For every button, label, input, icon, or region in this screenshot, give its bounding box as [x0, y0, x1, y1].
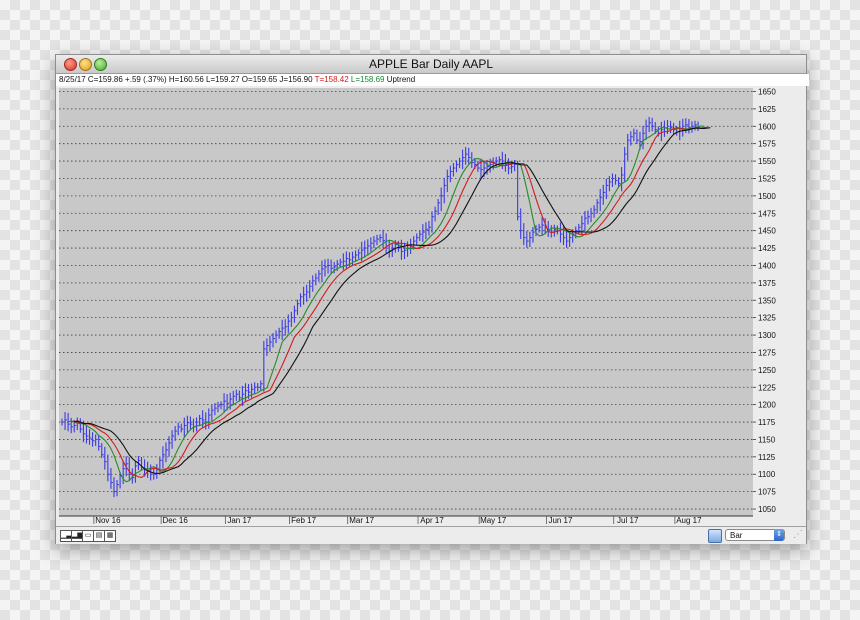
title-bar[interactable]: APPLE Bar Daily AAPL: [56, 55, 806, 74]
x-tick-label: Nov 16: [95, 516, 121, 525]
select-arrows-icon: ⇕: [774, 529, 784, 541]
y-tick-label: 1500: [758, 192, 776, 201]
x-tick-label: Aug 17: [676, 516, 702, 525]
y-tick-label: 1250: [758, 366, 776, 375]
y-tick-label: 1400: [758, 261, 776, 270]
y-tick-label: 1075: [758, 488, 776, 497]
x-tick-label: Jan 17: [227, 516, 252, 525]
chart-window: APPLE Bar Daily AAPL 8/25/17 C=159.86 +.…: [55, 54, 809, 544]
y-tick-label: 1450: [758, 227, 776, 236]
quote-info-bar: 8/25/17 C=159.86 +.59 (.37%) H=160.56 L=…: [56, 74, 809, 86]
x-tick-label: Apr 17: [420, 516, 444, 525]
y-tick-label: 1100: [758, 470, 776, 479]
y-tick-label: 1125: [758, 453, 776, 462]
y-tick-label: 1325: [758, 314, 776, 323]
y-tick-label: 1550: [758, 157, 776, 166]
x-tick-label: Jun 17: [548, 516, 573, 525]
y-tick-label: 1525: [758, 174, 776, 183]
x-tick-label: Dec 16: [162, 516, 188, 525]
y-tick-label: 1300: [758, 331, 776, 340]
x-tick-label: Jul 17: [617, 516, 639, 525]
y-tick-label: 1425: [758, 244, 776, 253]
x-tick-label: Feb 17: [291, 516, 316, 525]
y-tick-label: 1200: [758, 401, 776, 410]
resize-grip-icon[interactable]: ⋰: [793, 529, 803, 541]
trend-status: Uptrend: [384, 75, 416, 84]
y-tick-label: 1375: [758, 279, 776, 288]
bottom-toolbar: ▁▃ ▂▆ ▭ ▤ ▦ Bar ⇕ ⋰: [56, 526, 806, 544]
y-tick-label: 1275: [758, 348, 776, 357]
x-tick-label: May 17: [480, 516, 507, 525]
window-title: APPLE Bar Daily AAPL: [368, 57, 494, 71]
quote-summary: 8/25/17 C=159.86 +.59 (.37%) H=160.56 L=…: [59, 75, 315, 84]
trend-t-value: T=158.42: [314, 75, 349, 84]
y-tick-label: 1050: [758, 505, 776, 514]
grid-icon[interactable]: ▦: [104, 530, 116, 542]
y-tick-label: 1625: [758, 105, 776, 114]
y-tick-label: 1350: [758, 296, 776, 305]
chart-type-value: Bar: [730, 531, 743, 540]
x-tick-label: Mar 17: [349, 516, 374, 525]
price-chart[interactable]: 1050 1075 1100 1125 1150 1175 1200 1225 1250 1275…: [56, 86, 806, 526]
y-tick-label: 1475: [758, 209, 776, 218]
y-tick-label: 1650: [758, 87, 776, 96]
y-tick-label: 1575: [758, 140, 776, 149]
stack-icon[interactable]: [708, 529, 722, 543]
chart-type-select[interactable]: Bar ⇕: [725, 529, 785, 541]
y-tick-label: 1150: [758, 435, 776, 444]
y-tick-label: 1600: [758, 122, 776, 131]
trend-l-value: L=158.69: [350, 75, 385, 84]
y-tick-label: 1225: [758, 383, 776, 392]
y-tick-label: 1175: [758, 418, 776, 427]
